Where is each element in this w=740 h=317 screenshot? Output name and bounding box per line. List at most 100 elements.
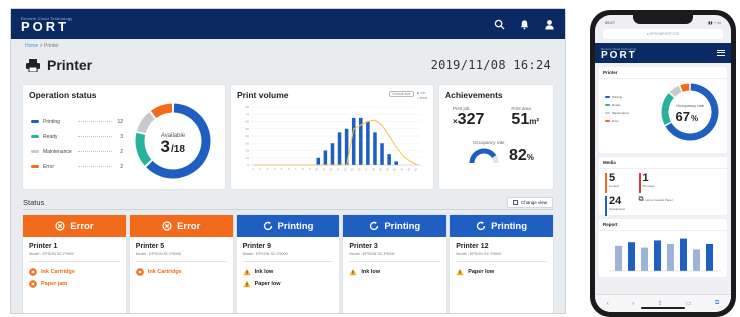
media-operational[interactable]: 24 Operational	[605, 196, 625, 216]
phone-donut-slice	[661, 93, 675, 125]
printer-card[interactable]: Printing Printer 9 Model : EPSON SC-F9000 I…	[236, 215, 340, 313]
breadcrumb-current: Printer	[44, 43, 59, 49]
y-tick-label: 20	[246, 149, 250, 153]
dotted-leader	[78, 136, 112, 137]
donut-slice-maintenance	[136, 112, 156, 134]
operation-status-card: Operation status Printing 12 Ready 3 Mainten…	[23, 85, 225, 189]
phone-notch	[633, 15, 693, 24]
printer-model: Model : EPSON SC-F9000	[456, 252, 502, 256]
x-tick-label: 15	[349, 167, 354, 172]
y-tick-label: 60	[246, 120, 250, 124]
dotted-leader	[78, 166, 112, 167]
x-tick-label: 14	[342, 167, 347, 172]
x-tick-label: 21	[392, 167, 397, 172]
datetime: 2019/11/08 16:24	[430, 58, 551, 72]
forward-icon[interactable]: ›	[632, 301, 634, 307]
donut-total: /18	[171, 144, 185, 155]
x-tick-label: 24	[413, 167, 418, 172]
report-bar	[615, 245, 622, 271]
menu-icon[interactable]	[717, 50, 725, 56]
home-indicator	[641, 307, 685, 309]
media-paper[interactable]: ⧉ Home Coated Paper	[639, 196, 673, 204]
donut-value: 3	[161, 137, 170, 156]
status-row-error: Error 2	[31, 159, 123, 174]
bookmarks-icon[interactable]: ▭	[686, 300, 692, 307]
phone-time: 09:27	[605, 19, 616, 25]
search-icon[interactable]	[494, 19, 505, 30]
phone-screen: 09:27 ▮▮ ◔ ▭ ● EPSONPORT.XYZ Remote Clou…	[595, 15, 731, 312]
change-view-button[interactable]: Change view	[506, 196, 553, 208]
phone-brand-name: PORT	[601, 49, 637, 61]
media-shortage[interactable]: 1 Shortage	[638, 173, 673, 193]
printer-state: Printing	[384, 220, 421, 232]
media-paper-label: Home Coated Paper	[645, 198, 673, 202]
printer-card[interactable]: Error Printer 1 Model : EPSON SC-F9000 Ink …	[23, 215, 126, 313]
report-bar	[641, 247, 648, 271]
printer-alert: Ink low	[242, 266, 334, 278]
printer-name: Printer 5	[135, 243, 165, 250]
printer-card[interactable]: Printing Printer 3 Model : EPSON SC-F9000 I…	[343, 215, 447, 313]
share-icon[interactable]: ⇪	[657, 300, 662, 307]
tabs-icon[interactable]: ⧉	[715, 300, 719, 307]
bell-icon[interactable]	[519, 19, 530, 30]
legend-area-label: Area	[419, 96, 427, 100]
report-bar	[667, 244, 674, 271]
phone-printer-card: Printer Printing Ready Maintenance Error Oc…	[599, 67, 727, 153]
bar-job	[337, 132, 342, 165]
phone-url-bar[interactable]: ● EPSONPORT.XYZ	[603, 29, 723, 39]
bar-job	[387, 154, 391, 165]
printer-card[interactable]: Printing Printer 12 Model : EPSON SC-F9000…	[450, 215, 553, 313]
user-icon[interactable]	[544, 19, 555, 30]
status-label: Ready	[43, 133, 58, 140]
printer-state: Error	[70, 220, 94, 232]
legend-swatch	[605, 104, 610, 106]
phone-report-title: Report	[599, 219, 727, 231]
phone-legend-label: Printing	[612, 95, 623, 99]
status-label: Error	[43, 163, 55, 170]
alert-text: Paper jam	[41, 281, 68, 287]
size-select[interactable]: Default size	[389, 91, 414, 97]
media-shortage-bar	[638, 173, 641, 193]
operation-status-list: Printing 12 Ready 3 Maintenance 2 Error 2	[31, 114, 123, 174]
breadcrumb-home[interactable]: Home	[25, 43, 38, 49]
breadcrumb: Home > Printer	[11, 39, 565, 49]
x-tick-label: 5	[280, 167, 284, 171]
status-dot	[31, 120, 39, 123]
brand-logo[interactable]: Remote Cloud Technology PORT	[21, 16, 72, 33]
bar-job	[316, 157, 321, 165]
divider	[135, 261, 227, 262]
page-title: Printer	[25, 57, 92, 73]
media-limited[interactable]: 5 Limited	[605, 173, 625, 193]
alert-text: Ink Cartridge	[147, 269, 182, 275]
phone-donut-slice	[680, 83, 690, 92]
change-view-label: Change view	[520, 199, 547, 205]
bar-job	[366, 121, 370, 165]
legend-job-label: Job	[419, 91, 426, 95]
legend-area[interactable]: ● Area	[417, 96, 427, 100]
divider	[456, 261, 547, 262]
y-tick-label: 10	[246, 156, 250, 160]
x-tick-label: 13	[335, 167, 340, 172]
printer-alert: Paper low	[456, 266, 547, 278]
status-label: Printing	[43, 118, 60, 125]
media-limited-label: Limited	[609, 184, 619, 188]
alert-text: Ink Cartridge	[41, 269, 75, 275]
donut-slice-printing	[146, 103, 211, 179]
phone-report-chart	[609, 238, 721, 272]
report-bar	[706, 244, 713, 271]
y-tick-label: 70	[246, 112, 250, 116]
bar-job	[380, 143, 384, 165]
printer-state: Error	[177, 220, 201, 232]
phone-brand-logo[interactable]: Remote Cloud Technology PORT	[601, 47, 637, 61]
printer-card[interactable]: Error Printer 5 Model : EPSON SC-F9000 Ink …	[129, 215, 233, 313]
occupancy-gauge	[469, 148, 499, 164]
printer-state: Printing	[277, 220, 314, 232]
phone-top-bar: Remote Cloud Technology PORT	[595, 43, 731, 63]
status-label: Maintenance	[43, 148, 72, 155]
report-bar	[693, 249, 700, 271]
media-operational-label: Operational	[609, 207, 625, 211]
bar-job	[323, 150, 328, 165]
print-area-unit: m²	[529, 117, 539, 126]
back-icon[interactable]: ‹	[607, 301, 609, 307]
legend-job[interactable]: ● Job	[417, 91, 427, 95]
